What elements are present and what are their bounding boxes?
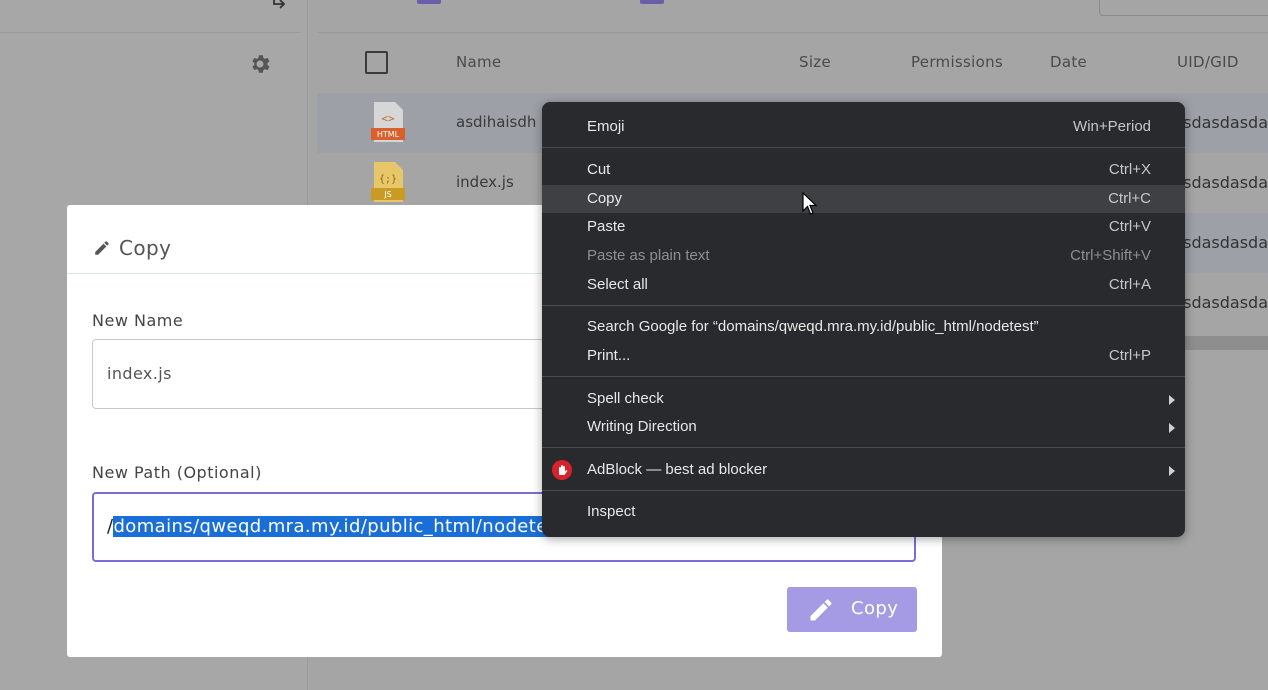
- gear-icon[interactable]: [248, 52, 272, 76]
- submenu-arrow-icon: [1169, 466, 1175, 476]
- menu-separator: [542, 447, 1185, 448]
- new-name-label: New Name: [92, 311, 184, 330]
- copy-button[interactable]: Copy: [787, 587, 917, 632]
- menu-item-label: Select all: [587, 276, 648, 293]
- search-input[interactable]: [1099, 0, 1268, 16]
- mouse-cursor-icon: [802, 192, 818, 215]
- context-menu: Emoji Win+Period Cut Ctrl+X Copy Ctrl+C …: [542, 102, 1185, 537]
- pencil-icon: [810, 599, 832, 621]
- menu-item-emoji[interactable]: Emoji Win+Period: [542, 113, 1185, 141]
- js-file-icon: {;} JS: [371, 162, 405, 202]
- column-header-uid-gid[interactable]: UID/GID: [1177, 53, 1239, 71]
- menu-separator: [542, 305, 1185, 306]
- submenu-arrow-icon: [1169, 423, 1175, 433]
- menu-item-copy[interactable]: Copy Ctrl+C: [542, 185, 1185, 213]
- selected-text: domains/qweqd.mra.my.id/public_html/node…: [113, 516, 565, 537]
- new-path-label: New Path (Optional): [92, 463, 262, 482]
- file-uid: asdasdasda: [1173, 173, 1268, 192]
- menu-item-label: Print...: [587, 347, 631, 364]
- menu-item-label: AdBlock — best ad blocker: [587, 461, 768, 478]
- table-header: Name Size Permissions Date UID/GID: [317, 40, 1268, 84]
- pencil-icon: [95, 241, 109, 255]
- menu-item-label: Spell check: [587, 390, 664, 407]
- file-type-label: HTML: [377, 130, 400, 139]
- copy-button-label: Copy: [851, 598, 899, 619]
- toolbar-button-fragment[interactable]: [417, 0, 441, 4]
- menu-item-shortcut: Ctrl+Shift+V: [1070, 247, 1151, 264]
- menu-item-paste-plain: Paste as plain text Ctrl+Shift+V: [542, 242, 1185, 270]
- column-header-permissions[interactable]: Permissions: [911, 53, 1003, 71]
- file-name[interactable]: index.js: [456, 173, 514, 191]
- menu-item-label: Search Google for “domains/qweqd.mra.my.…: [587, 318, 1039, 335]
- sidebar-divider: [0, 32, 300, 33]
- menu-item-adblock[interactable]: AdBlock — best ad blocker: [542, 456, 1185, 484]
- svg-text:<>: <>: [381, 112, 395, 125]
- menu-separator: [542, 490, 1185, 491]
- file-uid: asdasdasda: [1173, 293, 1268, 312]
- menu-item-cut[interactable]: Cut Ctrl+X: [542, 156, 1185, 184]
- dialog-title: Copy: [119, 236, 172, 260]
- html-file-icon: <> HTML: [371, 102, 405, 142]
- adblock-hand-icon: [552, 460, 572, 480]
- logout-icon[interactable]: [270, 0, 290, 12]
- file-uid: asdasdasda: [1173, 113, 1268, 132]
- file-uid: asdasdasda: [1173, 233, 1268, 252]
- menu-item-inspect[interactable]: Inspect: [542, 498, 1185, 526]
- menu-item-shortcut: Ctrl+X: [1108, 161, 1151, 178]
- menu-item-paste[interactable]: Paste Ctrl+V: [542, 213, 1185, 241]
- menu-item-label: Inspect: [587, 503, 636, 520]
- file-name[interactable]: asdihaisdh: [456, 113, 536, 131]
- column-header-size[interactable]: Size: [799, 53, 831, 71]
- svg-text:{;}: {;}: [379, 174, 397, 185]
- menu-item-label: Cut: [587, 161, 611, 178]
- menu-item-shortcut: Ctrl+A: [1108, 276, 1151, 293]
- column-header-date[interactable]: Date: [1050, 53, 1087, 71]
- menu-item-writing-direction[interactable]: Writing Direction: [542, 413, 1185, 441]
- menu-item-search-google[interactable]: Search Google for “domains/qweqd.mra.my.…: [542, 313, 1185, 341]
- menu-item-shortcut: Ctrl+C: [1108, 190, 1151, 207]
- menu-separator: [542, 376, 1185, 377]
- toolbar-button-fragment[interactable]: [640, 0, 664, 4]
- menu-item-label: Copy: [587, 190, 623, 207]
- menu-item-label: Emoji: [587, 118, 625, 135]
- menu-item-select-all[interactable]: Select all Ctrl+A: [542, 271, 1185, 299]
- menu-item-shortcut: Ctrl+P: [1108, 347, 1151, 364]
- menu-separator: [542, 147, 1185, 148]
- menu-item-label: Writing Direction: [587, 418, 697, 435]
- menu-item-print[interactable]: Print... Ctrl+P: [542, 342, 1185, 370]
- submenu-arrow-icon: [1169, 395, 1175, 405]
- menu-item-label: Paste as plain text: [587, 247, 710, 264]
- toolbar-divider: [317, 32, 1268, 33]
- menu-item-shortcut: Ctrl+V: [1108, 218, 1151, 235]
- menu-item-spell-check[interactable]: Spell check: [542, 385, 1185, 413]
- select-all-checkbox[interactable]: [365, 51, 388, 74]
- menu-item-shortcut: Win+Period: [1073, 118, 1151, 135]
- file-type-label: JS: [383, 190, 391, 199]
- menu-item-label: Paste: [587, 218, 626, 235]
- column-header-name[interactable]: Name: [456, 53, 501, 71]
